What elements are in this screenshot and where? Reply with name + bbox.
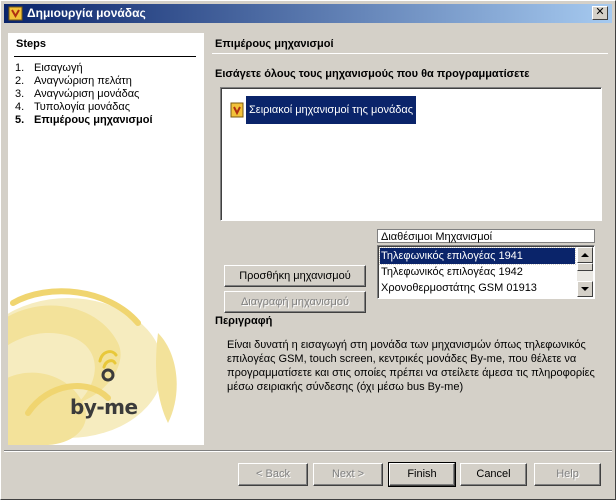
app-icon: [8, 6, 23, 21]
description-text: Είναι δυνατή η εισαγωγή στη μονάδα των μ…: [227, 339, 595, 393]
close-icon: ✕: [595, 6, 605, 18]
step-item: 1. Εισαγωγή: [15, 62, 83, 74]
steps-list: 1. Εισαγωγή 2. Αναγνώριση πελάτη 3. Αναγνώρ…: [15, 62, 153, 127]
instruction-text: Εισάγετε όλους τους μηχανισμούς που θα π…: [215, 68, 530, 80]
steps-panel: Steps 1. Εισαγωγή 2. Αναγνώριση πελάτη 3. Α…: [8, 33, 204, 445]
title-divider: [212, 53, 608, 54]
tree-root-label: Σειριακοί μηχανισμοί της μονάδας: [246, 96, 417, 124]
footer-divider: [4, 450, 612, 452]
brand-logo: by-me: [8, 263, 204, 445]
steps-title: Steps: [16, 38, 46, 50]
next-button[interactable]: Next >: [313, 463, 383, 486]
wizard-content: Steps 1. Εισαγωγή 2. Αναγνώριση πελάτη 3. Α…: [4, 25, 612, 447]
scroll-thumb[interactable]: [577, 263, 593, 271]
close-button[interactable]: ✕: [592, 6, 608, 20]
list-item[interactable]: Τηλεφωνικός επιλογέας 1942: [380, 264, 575, 280]
scroll-up-button[interactable]: [577, 247, 593, 263]
wizard-window: Δημιουργία μονάδας ✕ Steps 1. Εισαγωγή 2.…: [0, 0, 616, 500]
main-panel: Επιμέρους μηχανισμοί Εισάγετε όλους τους…: [212, 33, 608, 445]
list-scrollbar[interactable]: [577, 247, 593, 297]
scroll-down-button[interactable]: [577, 281, 593, 297]
finish-button[interactable]: Finish: [388, 462, 456, 487]
list-item[interactable]: Χρονοθερμοστάτης GSM 01913: [380, 280, 575, 296]
cancel-button[interactable]: Cancel: [460, 463, 527, 486]
list-item[interactable]: Τηλεφωνικός επιλογέας 1941: [379, 247, 576, 265]
window-title: Δημιουργία μονάδας: [27, 6, 146, 20]
add-mechanism-button[interactable]: Προσθήκη μηχανισμού: [224, 265, 366, 287]
mechanisms-tree[interactable]: Σειριακοί μηχανισμοί της μονάδας: [220, 87, 602, 221]
available-list-items: Τηλεφωνικός επιλογέας 1941 Τηλεφωνικός ε…: [379, 247, 576, 296]
back-button[interactable]: < Back: [238, 463, 308, 486]
device-icon: [230, 102, 244, 118]
step-item: 4. Τυπολογία μονάδας: [15, 101, 131, 113]
help-button[interactable]: Help: [534, 463, 601, 486]
description-title: Περιγραφή: [215, 315, 273, 327]
title-bar[interactable]: Δημιουργία μονάδας ✕: [4, 4, 612, 23]
step-item-current: 5. Επιμέρους μηχανισμοί: [15, 114, 153, 126]
tree-root-node[interactable]: Σειριακοί μηχανισμοί της μονάδας: [229, 96, 417, 124]
page-title: Επιμέρους μηχανισμοί: [215, 38, 334, 50]
arrow-down-icon: [581, 287, 589, 291]
available-mechanisms-list[interactable]: Τηλεφωνικός επιλογέας 1941 Τηλεφωνικός ε…: [377, 245, 595, 299]
available-list-header: Διαθέσιμοι Μηχανισμοί: [377, 229, 595, 243]
arrow-up-icon: [581, 253, 589, 257]
steps-divider: [14, 56, 196, 57]
delete-mechanism-button[interactable]: Διαγραφή μηχανισμού: [224, 291, 366, 313]
logo-text: by-me: [70, 395, 138, 419]
step-item: 3. Αναγνώριση μονάδας: [15, 88, 140, 100]
step-item: 2. Αναγνώριση πελάτη: [15, 75, 132, 87]
